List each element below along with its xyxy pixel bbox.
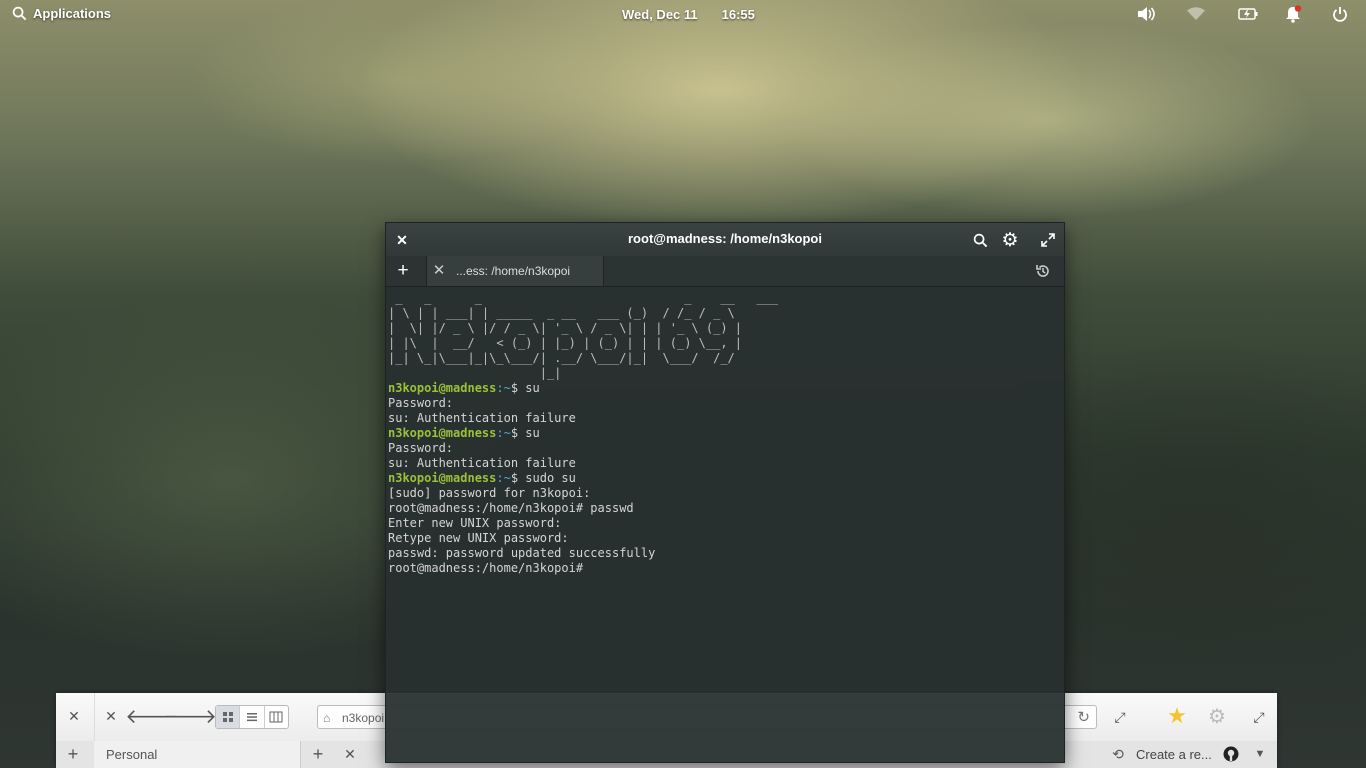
new-tab-plus-icon[interactable]: + xyxy=(64,744,82,764)
gear-icon[interactable]: ⚙ xyxy=(1000,230,1020,251)
notification-bell-icon[interactable] xyxy=(1283,4,1303,24)
tab-terminal[interactable]: ✕ ...ess: /home/n3kopoi xyxy=(426,256,604,286)
prompt-path: :~ xyxy=(496,426,511,440)
datetime-indicator[interactable]: Wed, Dec 11 16:55 xyxy=(622,7,755,22)
output-line: Retype new UNIX password: xyxy=(388,531,569,545)
date-label: Wed, Dec 11 xyxy=(622,7,698,22)
output-line: su: Authentication failure xyxy=(388,411,576,425)
top-panel: Applications Wed, Dec 11 16:55 xyxy=(0,0,1366,28)
window-title: root@madness: /home/n3kopoi xyxy=(628,231,822,246)
expand-icon[interactable]: ⤢ xyxy=(1111,708,1129,726)
ascii-art-line: | \| |/ _ \ |/ / _ \| '_ \ / _ \| | | '_… xyxy=(388,321,743,335)
star-bookmark-icon[interactable]: ★ xyxy=(1166,703,1188,728)
close-icon[interactable]: ✕ xyxy=(66,708,82,724)
ascii-art-line: |_| \_|\___|_|\_\___/| .__/ \___/|_| \__… xyxy=(388,351,743,365)
battery-icon[interactable] xyxy=(1238,4,1258,24)
terminal-output[interactable]: _ _ _ _ __ ___ | \ | | ___| | _____ _ __… xyxy=(388,291,1064,576)
home-icon: ⌂ xyxy=(323,711,331,725)
view-switcher xyxy=(215,705,289,729)
output-line: passwd: password updated successfully xyxy=(388,546,656,560)
time-label: 16:55 xyxy=(721,7,755,22)
close-tab-icon[interactable]: ✕ xyxy=(430,261,448,279)
tab-label: ...ess: /home/n3kopoi xyxy=(456,264,571,278)
applications-menu[interactable]: Applications xyxy=(12,6,111,21)
prompt-path: :~ xyxy=(496,381,511,395)
power-icon[interactable] xyxy=(1330,4,1350,24)
ascii-art-line: _ _ _ _ __ ___ xyxy=(388,291,786,305)
prompt-path: :~ xyxy=(496,471,511,485)
tab-label: Personal xyxy=(106,747,158,762)
history-icon[interactable]: ⟲ xyxy=(1109,745,1127,763)
output-line: root@madness:/home/n3kopoi# xyxy=(388,561,584,575)
terminal-window: ✕ root@madness: /home/n3kopoi ⚙ + ✕ ...e… xyxy=(385,222,1065,763)
back-arrow-icon[interactable]: 🡐 xyxy=(125,706,179,728)
search-icon[interactable] xyxy=(970,230,990,250)
terminal-tab-bar: + ✕ ...ess: /home/n3kopoi xyxy=(386,256,1064,287)
ascii-art-line: | \ | | ___| | _____ _ __ ___ (_) / /_ /… xyxy=(388,306,743,320)
output-line: su: Authentication failure xyxy=(388,456,576,470)
new-tab-plus-icon[interactable]: + xyxy=(393,260,413,281)
close-icon[interactable]: ✕ xyxy=(103,708,119,724)
prompt-user: n3kopoi@madness xyxy=(388,471,497,485)
wifi-icon[interactable] xyxy=(1186,4,1206,24)
reload-icon[interactable]: ↻ xyxy=(1077,706,1090,730)
prompt-line: n3kopoi@madness:~$ sudo su xyxy=(388,471,1064,486)
chevron-down-icon[interactable]: ▼ xyxy=(1252,746,1268,762)
github-icon[interactable] xyxy=(1222,745,1240,763)
history-icon[interactable] xyxy=(1033,261,1053,281)
output-line: [sudo] password for n3kopoi: xyxy=(388,486,591,500)
expand-icon[interactable]: ⤢ xyxy=(1250,708,1268,726)
prompt-line: n3kopoi@madness:~$ su xyxy=(388,381,1064,396)
output-line: Enter new UNIX password: xyxy=(388,516,562,530)
command-text: $ su xyxy=(510,381,540,395)
grid-view-icon[interactable] xyxy=(216,706,241,728)
terminal-lower-overlay xyxy=(386,694,1064,762)
output-line: Password: xyxy=(388,396,454,410)
forward-arrow-icon[interactable]: 🡒 xyxy=(163,706,217,728)
applications-label: Applications xyxy=(33,6,112,21)
location-text: n3kopoi xyxy=(342,711,385,725)
command-text: $ sudo su xyxy=(510,471,576,485)
prompt-line: n3kopoi@madness:~$ su xyxy=(388,426,1064,441)
output-line: Password: xyxy=(388,441,454,455)
volume-icon[interactable] xyxy=(1136,4,1156,24)
close-icon[interactable]: ✕ xyxy=(342,746,358,762)
ascii-art-line: | |\ | __/ < (_) | |_) | (_) | | | (_) \… xyxy=(388,336,743,350)
tab-create-repo[interactable]: Create a re... xyxy=(1136,741,1212,768)
gear-icon[interactable]: ⚙ xyxy=(1206,705,1228,728)
command-text: $ su xyxy=(510,426,540,440)
prompt-user: n3kopoi@madness xyxy=(388,426,497,440)
search-icon xyxy=(12,6,27,21)
list-view-icon[interactable] xyxy=(240,706,265,728)
output-line: root@madness:/home/n3kopoi# passwd xyxy=(388,501,634,515)
ascii-art-line: |_| xyxy=(388,366,562,380)
new-tab-plus-icon[interactable]: + xyxy=(309,744,327,764)
prompt-user: n3kopoi@madness xyxy=(388,381,497,395)
column-view-icon[interactable] xyxy=(265,706,288,728)
tab-personal[interactable]: Personal xyxy=(94,741,301,768)
maximize-icon[interactable] xyxy=(1038,230,1058,250)
